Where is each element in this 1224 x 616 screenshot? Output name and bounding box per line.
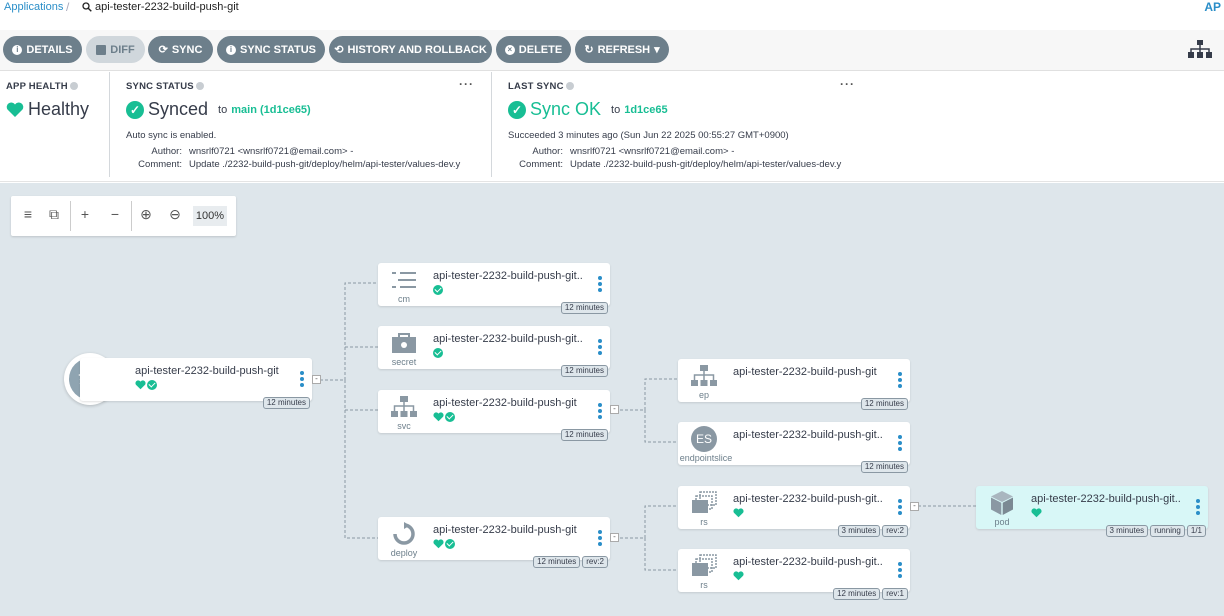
node-menu-icon[interactable] bbox=[1196, 499, 1200, 515]
age-tag: 12 minutes bbox=[533, 556, 581, 568]
heart-icon bbox=[733, 571, 744, 581]
check-circle-icon bbox=[445, 539, 455, 549]
node-menu-icon[interactable] bbox=[598, 530, 602, 546]
heart-icon bbox=[135, 380, 146, 390]
age-tag: 12 minutes bbox=[860, 461, 908, 473]
collapse-toggle[interactable]: - bbox=[610, 405, 619, 414]
endpoints-node[interactable]: ep api-tester-2232-build-push-git 12 min… bbox=[678, 359, 910, 410]
network-icon bbox=[388, 394, 420, 420]
pod-node[interactable]: pod api-tester-2232-build-push-git... 3 … bbox=[976, 486, 1208, 537]
replicaset-node[interactable]: rs api-tester-2232-build-push-git... 3 m… bbox=[678, 486, 910, 537]
node-menu-icon[interactable] bbox=[300, 371, 304, 387]
revision-tag: rev:2 bbox=[582, 556, 608, 568]
collapse-toggle[interactable]: - bbox=[910, 502, 919, 511]
check-circle-icon bbox=[433, 285, 443, 295]
pod-state-tag: running bbox=[1150, 525, 1185, 537]
deployment-node[interactable]: deploy api-tester-2232-build-push-git 12… bbox=[378, 517, 610, 568]
node-menu-icon[interactable] bbox=[898, 435, 902, 451]
heart-icon bbox=[433, 539, 444, 549]
node-menu-icon[interactable] bbox=[598, 403, 602, 419]
refresh-cycle-icon bbox=[388, 521, 420, 547]
check-circle-icon bbox=[445, 412, 455, 422]
revision-tag: rev:1 bbox=[882, 588, 908, 600]
stack-icon bbox=[688, 553, 720, 579]
age-tag: 3 minutes bbox=[1105, 525, 1149, 537]
node-menu-icon[interactable] bbox=[598, 339, 602, 355]
heart-icon bbox=[733, 508, 744, 518]
heart-icon bbox=[433, 412, 444, 422]
secret-node[interactable]: secret api-tester-2232-build-push-git...… bbox=[378, 326, 610, 377]
configmap-node[interactable]: cm api-tester-2232-build-push-git... 12 … bbox=[378, 263, 610, 314]
age-tag: 12 minutes bbox=[560, 302, 608, 314]
age-tag: 12 minutes bbox=[860, 398, 908, 410]
age-tag: 3 minutes bbox=[837, 525, 881, 537]
list-icon bbox=[388, 267, 420, 293]
check-circle-icon bbox=[147, 380, 157, 390]
replicaset-node[interactable]: rs api-tester-2232-build-push-git... 12 … bbox=[678, 549, 910, 600]
lock-icon bbox=[388, 330, 420, 356]
collapse-toggle[interactable]: - bbox=[312, 375, 321, 384]
endpointslice-badge-icon: ES bbox=[688, 426, 720, 452]
node-status bbox=[135, 380, 157, 390]
age-tag: 12 minutes bbox=[560, 365, 608, 377]
node-menu-icon[interactable] bbox=[898, 372, 902, 388]
age-tag: 12 minutes bbox=[833, 588, 881, 600]
node-menu-icon[interactable] bbox=[898, 562, 902, 578]
node-menu-icon[interactable] bbox=[598, 276, 602, 292]
app-node[interactable]: api-tester-2232-build-push-git 12 minute… bbox=[80, 358, 312, 409]
check-circle-icon bbox=[433, 348, 443, 358]
revision-tag: rev:2 bbox=[882, 525, 908, 537]
endpointslice-node[interactable]: ES endpointslice api-tester-2232-build-p… bbox=[678, 422, 910, 473]
service-node[interactable]: svc api-tester-2232-build-push-git 12 mi… bbox=[378, 390, 610, 441]
collapse-toggle[interactable]: - bbox=[610, 533, 619, 542]
node-menu-icon[interactable] bbox=[898, 499, 902, 515]
age-tag: 12 minutes bbox=[262, 397, 310, 409]
heart-icon bbox=[1031, 508, 1042, 518]
age-tag: 12 minutes bbox=[560, 429, 608, 441]
stack-icon bbox=[688, 490, 720, 516]
cube-icon bbox=[986, 490, 1018, 516]
network-icon bbox=[688, 363, 720, 389]
pod-ready-tag: 1/1 bbox=[1186, 525, 1206, 537]
